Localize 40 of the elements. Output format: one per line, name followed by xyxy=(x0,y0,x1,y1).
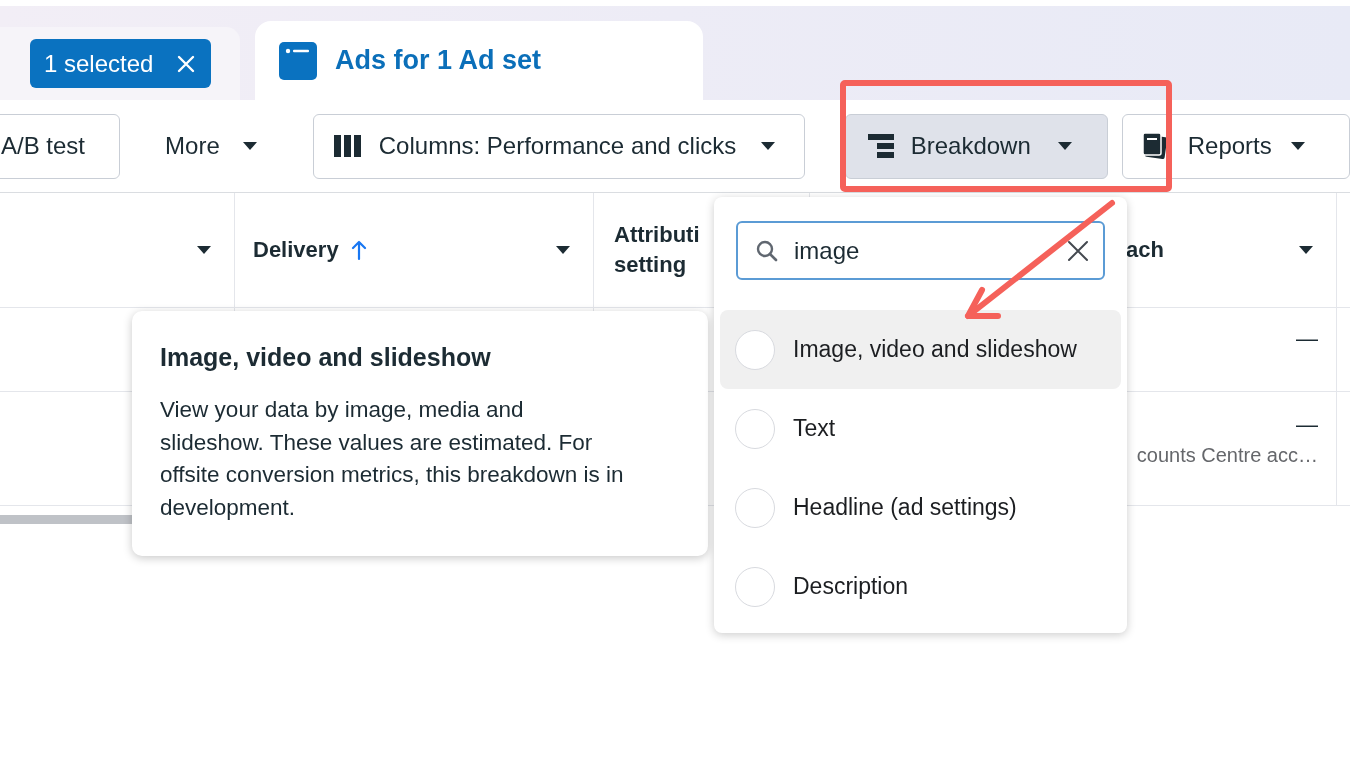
tab[interactable]: 1 selected xyxy=(0,27,240,100)
sort-arrow-icon[interactable] xyxy=(350,239,367,261)
column-header[interactable] xyxy=(0,193,235,308)
search-box[interactable]: image xyxy=(736,221,1105,280)
tab-title: Ads for 1 Ad set xyxy=(335,45,542,76)
radio-button[interactable] xyxy=(735,566,775,607)
window-icon xyxy=(279,41,317,80)
toolbar-button[interactable]: Columns: Performance and clicks xyxy=(312,113,805,179)
menu-option[interactable]: Text xyxy=(720,389,1121,468)
clear-icon[interactable] xyxy=(1067,239,1089,262)
column-header[interactable]: Delivery xyxy=(235,193,594,308)
close-icon[interactable] xyxy=(177,54,196,73)
tooltip-title: Image, video and slideshow xyxy=(160,343,492,372)
radio-button[interactable] xyxy=(735,408,775,449)
search-icon xyxy=(756,239,778,262)
cell-value: — xyxy=(1296,326,1318,352)
menu-option[interactable]: Headline (ad settings) xyxy=(720,468,1121,547)
toolbar-button[interactable]: A/B test xyxy=(0,113,121,179)
cell-note: counts Centre acc… xyxy=(1136,444,1318,467)
radio-button[interactable] xyxy=(735,329,775,370)
selection-count: 1 selected xyxy=(44,49,154,78)
tab[interactable]: Ads for 1 Ad set xyxy=(255,21,703,100)
toolbar-button[interactable]: Reports xyxy=(1121,113,1350,179)
header-text: Attributi setting xyxy=(614,221,700,279)
radio-button[interactable] xyxy=(735,487,775,528)
caret-icon xyxy=(760,141,777,151)
caret-icon xyxy=(1056,141,1073,151)
columns-icon xyxy=(333,133,361,159)
header-text: Delivery xyxy=(253,236,339,264)
breakdown-icon xyxy=(867,133,895,159)
menu-option[interactable]: Image, video and slideshow xyxy=(720,310,1121,389)
caret-icon xyxy=(241,141,258,151)
toolbar-button[interactable]: Breakdown xyxy=(844,113,1108,179)
menu-option[interactable]: Description xyxy=(720,547,1121,626)
tooltip-text: View your data by image, media and slideshow. These values are estimated. For offsite conversion metrics, this breakdown is in development. xyxy=(160,396,625,522)
scrollbar[interactable] xyxy=(0,515,135,524)
cell-value: — xyxy=(1296,412,1318,438)
header-text: ach xyxy=(1126,236,1164,264)
caret-icon xyxy=(1289,141,1306,151)
selection-chip[interactable]: 1 selected xyxy=(30,39,212,88)
